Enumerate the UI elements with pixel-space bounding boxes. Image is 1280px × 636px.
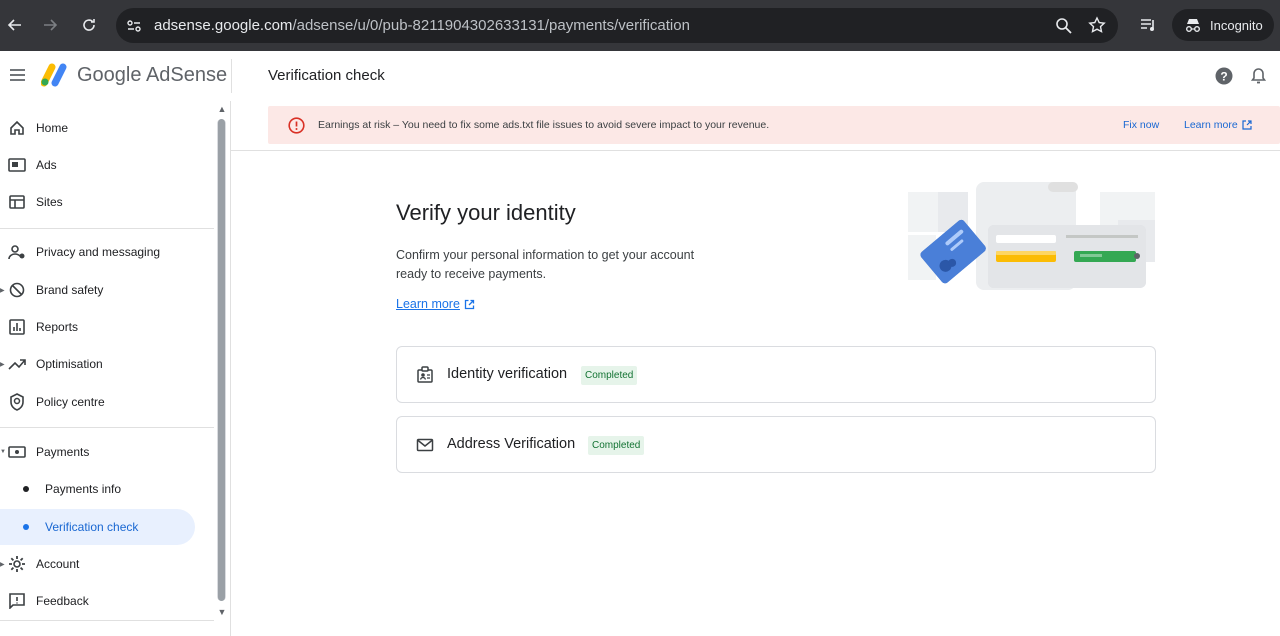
- zoom-icon[interactable]: [1055, 17, 1072, 34]
- scrollbar-thumb[interactable]: [218, 119, 225, 601]
- browser-toolbar: adsense.google.com/adsense/u/0/pub-82119…: [0, 0, 1280, 51]
- sidebar-divider: [0, 427, 214, 428]
- reload-button[interactable]: [77, 13, 101, 37]
- content-divider: [231, 150, 1280, 151]
- sidebar-item-label: Verification check: [45, 520, 139, 534]
- verify-identity-description: Confirm your personal information to get…: [396, 248, 695, 281]
- sidebar-item-payments-info[interactable]: Payments info: [0, 471, 214, 507]
- expand-caret-icon[interactable]: ▶: [0, 361, 5, 368]
- privacy-icon: [7, 243, 27, 261]
- earnings-alert-banner: Earnings at risk – You need to fix some …: [268, 106, 1280, 144]
- sidebar-item-label: Home: [36, 121, 69, 135]
- back-arrow-icon: [7, 19, 21, 31]
- alert-learn-more-label: Learn more: [1184, 119, 1238, 131]
- status-badge: Completed: [588, 436, 645, 455]
- sidebar-item-label: Privacy and messaging: [36, 245, 161, 259]
- header-divider: [231, 59, 232, 93]
- error-icon: [288, 117, 305, 134]
- sidebar-item-label: Policy centre: [36, 395, 105, 409]
- forward-button[interactable]: [38, 13, 62, 37]
- main-menu-icon[interactable]: [10, 69, 25, 81]
- app-header: Google AdSense Verification check ?: [0, 51, 1280, 101]
- external-link-icon: [464, 299, 475, 309]
- url-text: adsense.google.com/adsense/u/0/pub-82119…: [154, 17, 690, 34]
- sidebar-item-label: Feedback: [36, 594, 89, 608]
- learn-more-link[interactable]: Learn more: [396, 297, 475, 311]
- incognito-icon: [1186, 19, 1200, 32]
- forward-arrow-icon: [44, 19, 58, 31]
- external-link-icon: [1242, 120, 1252, 130]
- home-icon: [7, 119, 27, 137]
- sidebar-item-home[interactable]: Home: [0, 110, 214, 146]
- reading-list-icon[interactable]: [1140, 17, 1158, 33]
- fix-now-link[interactable]: Fix now: [1123, 119, 1159, 131]
- sidebar-item-optimisation[interactable]: ▶ Optimisation: [0, 346, 214, 382]
- scroll-down-arrow-icon[interactable]: ▼: [217, 607, 227, 617]
- sidebar-item-label: Payments: [36, 445, 90, 459]
- status-badge: Completed: [581, 366, 638, 385]
- sidebar: ▲ ▼ Home Ads Sites Privacy and messaging…: [0, 101, 231, 636]
- verify-identity-heading: Verify your identity: [396, 200, 576, 225]
- mail-envelope-icon: [416, 438, 434, 452]
- site-settings-icon[interactable]: [126, 18, 142, 34]
- payments-icon: [7, 443, 27, 461]
- sidebar-item-payments[interactable]: ▼ Payments: [0, 434, 214, 470]
- sidebar-item-feedback[interactable]: Feedback: [0, 583, 214, 619]
- sidebar-item-ads[interactable]: Ads: [0, 147, 214, 183]
- adsense-logo-icon: [41, 63, 67, 87]
- sidebar-item-policy-centre[interactable]: Policy centre: [0, 384, 214, 420]
- address-bar[interactable]: adsense.google.com/adsense/u/0/pub-82119…: [116, 8, 1118, 43]
- svg-text:?: ?: [1220, 70, 1227, 84]
- sidebar-item-reports[interactable]: Reports: [0, 309, 214, 345]
- sidebar-item-label: Account: [36, 557, 80, 571]
- sidebar-item-privacy-and-messaging[interactable]: Privacy and messaging: [0, 234, 214, 270]
- notifications-bell-icon[interactable]: [1251, 67, 1266, 85]
- feedback-icon: [7, 592, 27, 610]
- incognito-label: Incognito: [1210, 17, 1263, 33]
- trending-icon: [7, 355, 27, 373]
- sidebar-item-label: Payments info: [45, 482, 122, 496]
- sidebar-item-label: Optimisation: [36, 357, 103, 371]
- sidebar-item-brand-safety[interactable]: ▶ Brand safety: [0, 272, 214, 308]
- reload-icon: [83, 19, 95, 31]
- policy-shield-icon: [7, 393, 27, 411]
- sidebar-item-label: Reports: [36, 320, 79, 334]
- sidebar-divider: [0, 620, 214, 621]
- card-title: Identity verification: [447, 366, 568, 382]
- scroll-up-arrow-icon[interactable]: ▲: [217, 104, 227, 114]
- page-title: Verification check: [268, 67, 385, 84]
- id-badge-icon: [417, 366, 433, 383]
- learn-more-label: Learn more: [396, 297, 460, 311]
- help-icon[interactable]: ?: [1215, 67, 1233, 85]
- reports-icon: [7, 318, 27, 336]
- identity-verification-card[interactable]: Identity verification Completed: [396, 346, 1156, 403]
- sites-icon: [7, 193, 27, 211]
- bookmark-star-icon[interactable]: [1088, 16, 1106, 34]
- expand-caret-icon[interactable]: ▶: [0, 561, 5, 568]
- alert-message: Earnings at risk – You need to fix some …: [318, 119, 770, 131]
- expand-caret-icon[interactable]: ▶: [0, 287, 5, 294]
- bullet-dot-icon: [23, 524, 29, 530]
- sidebar-item-label: Brand safety: [36, 283, 104, 297]
- back-button[interactable]: [3, 13, 27, 37]
- gear-icon: [7, 555, 27, 573]
- card-title: Address Verification: [447, 436, 576, 452]
- sidebar-item-sites[interactable]: Sites: [0, 184, 214, 220]
- sidebar-item-verification-check[interactable]: Verification check: [0, 509, 195, 545]
- brand-name: Google AdSense: [77, 64, 228, 86]
- sidebar-divider: [0, 228, 214, 229]
- block-icon: [7, 281, 27, 299]
- bullet-dot-icon: [23, 486, 29, 492]
- sidebar-item-label: Ads: [36, 158, 57, 172]
- sidebar-scrollbar[interactable]: [217, 119, 226, 601]
- address-verification-card[interactable]: Address Verification Completed: [396, 416, 1156, 473]
- alert-learn-more-link[interactable]: Learn more: [1184, 119, 1252, 131]
- incognito-indicator[interactable]: Incognito: [1172, 9, 1274, 41]
- identity-verification-illustration: [908, 182, 1155, 290]
- sidebar-item-label: Sites: [36, 195, 63, 209]
- collapse-caret-icon[interactable]: ▼: [0, 449, 6, 455]
- sidebar-item-account[interactable]: ▶ Account: [0, 546, 214, 582]
- ads-icon: [7, 156, 27, 174]
